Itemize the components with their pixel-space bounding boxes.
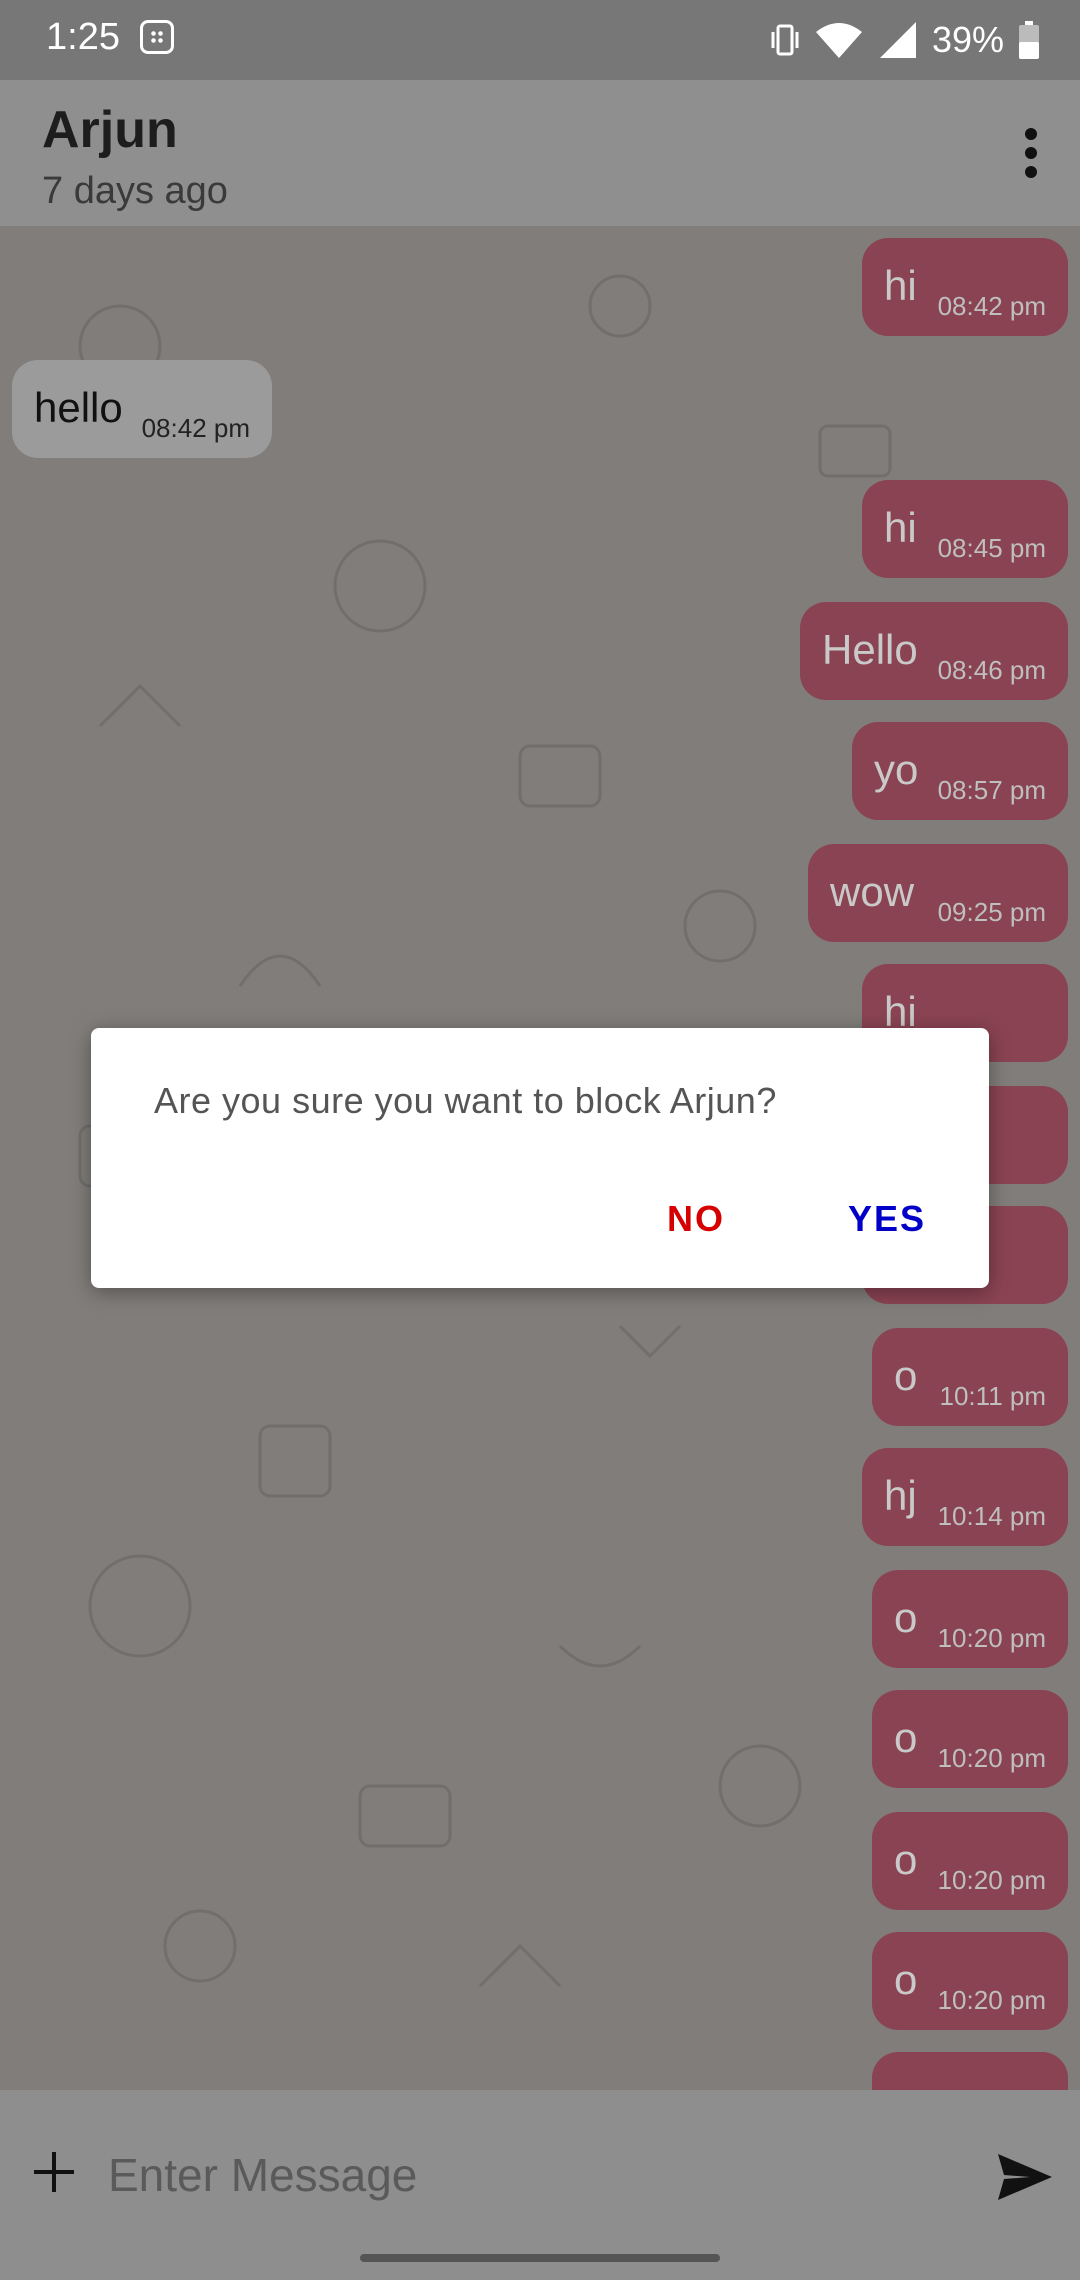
message-bubble-outgoing[interactable]: hi 08:45 pm [862, 480, 1068, 578]
message-bubble-outgoing[interactable]: o 10:11 pm [872, 1328, 1068, 1426]
message-time: 08:42 pm [937, 291, 1046, 321]
message-time: 10:11 pm [939, 1381, 1046, 1411]
message-time: 10:20 pm [937, 1985, 1046, 2015]
message-bubble-outgoing[interactable]: o 10:20 pm [872, 1812, 1068, 1910]
message-time: 10:20 pm [937, 1743, 1046, 1773]
battery-percentage: 39% [931, 19, 1004, 60]
message-text: o [894, 1352, 918, 1399]
block-confirmation-dialog: Are you sure you want to block Arjun? NO… [91, 1028, 989, 1288]
battery-icon [1019, 21, 1039, 59]
message-text: hi [884, 262, 917, 309]
message-text: Hello [822, 626, 918, 673]
message-bubble-outgoing[interactable] [872, 2052, 1068, 2090]
message-time: 08:46 pm [937, 655, 1046, 685]
message-bubble-outgoing[interactable]: o 10:20 pm [872, 1690, 1068, 1788]
message-bubble-outgoing[interactable]: wow 09:25 pm [808, 844, 1068, 942]
message-text: hj [884, 1472, 917, 1519]
message-text: yo [874, 746, 919, 793]
more-vert-icon[interactable] [1008, 120, 1054, 186]
message-time: 09:25 pm [937, 897, 1046, 927]
message-bubble-outgoing[interactable]: yo 08:57 pm [852, 722, 1068, 820]
message-time: 10:14 pm [937, 1501, 1046, 1531]
message-text: o [894, 1956, 918, 2003]
message-bubble-outgoing[interactable]: o 10:20 pm [872, 1932, 1068, 2030]
message-time: 10:20 pm [937, 1865, 1046, 1895]
send-icon[interactable] [996, 2152, 1054, 2202]
message-text: hi [884, 504, 917, 551]
chat-header: Arjun 7 days ago [0, 80, 1080, 226]
contact-name[interactable]: Arjun [42, 100, 178, 160]
message-text: hello [34, 384, 123, 431]
plus-icon[interactable] [34, 2152, 74, 2192]
signal-icon [879, 22, 916, 58]
message-time: 08:57 pm [937, 775, 1046, 805]
message-input[interactable] [106, 2130, 970, 2220]
last-seen-status: 7 days ago [42, 170, 228, 212]
message-bubble-outgoing[interactable]: Hello 08:46 pm [800, 602, 1068, 700]
app-icon [140, 20, 174, 54]
message-text: o [894, 1714, 918, 1761]
message-time: 08:42 pm [141, 413, 250, 443]
message-time: 10:20 pm [937, 1623, 1046, 1653]
vibrate-icon [771, 24, 799, 56]
message-bubble-outgoing[interactable]: hi 08:42 pm [862, 238, 1068, 336]
message-composer [0, 2090, 1080, 2280]
message-bubble-outgoing[interactable]: o 10:20 pm [872, 1570, 1068, 1668]
home-indicator[interactable] [360, 2254, 720, 2262]
message-text: wow [830, 868, 915, 915]
status-bar: 1:25 39% [0, 0, 1080, 80]
dialog-message: Are you sure you want to block Arjun? [154, 1080, 777, 1121]
wifi-icon [815, 23, 862, 58]
status-icons: 39% [770, 14, 1040, 66]
status-time: 1:25 [46, 16, 120, 58]
message-bubble-incoming[interactable]: hello 08:42 pm [12, 360, 272, 458]
message-bubble-outgoing[interactable]: hj 10:14 pm [862, 1448, 1068, 1546]
message-text: o [894, 1836, 918, 1883]
message-text: o [894, 1594, 918, 1641]
no-button[interactable]: NO [667, 1198, 725, 1240]
message-time: 08:45 pm [937, 533, 1046, 563]
yes-button[interactable]: YES [848, 1198, 926, 1240]
